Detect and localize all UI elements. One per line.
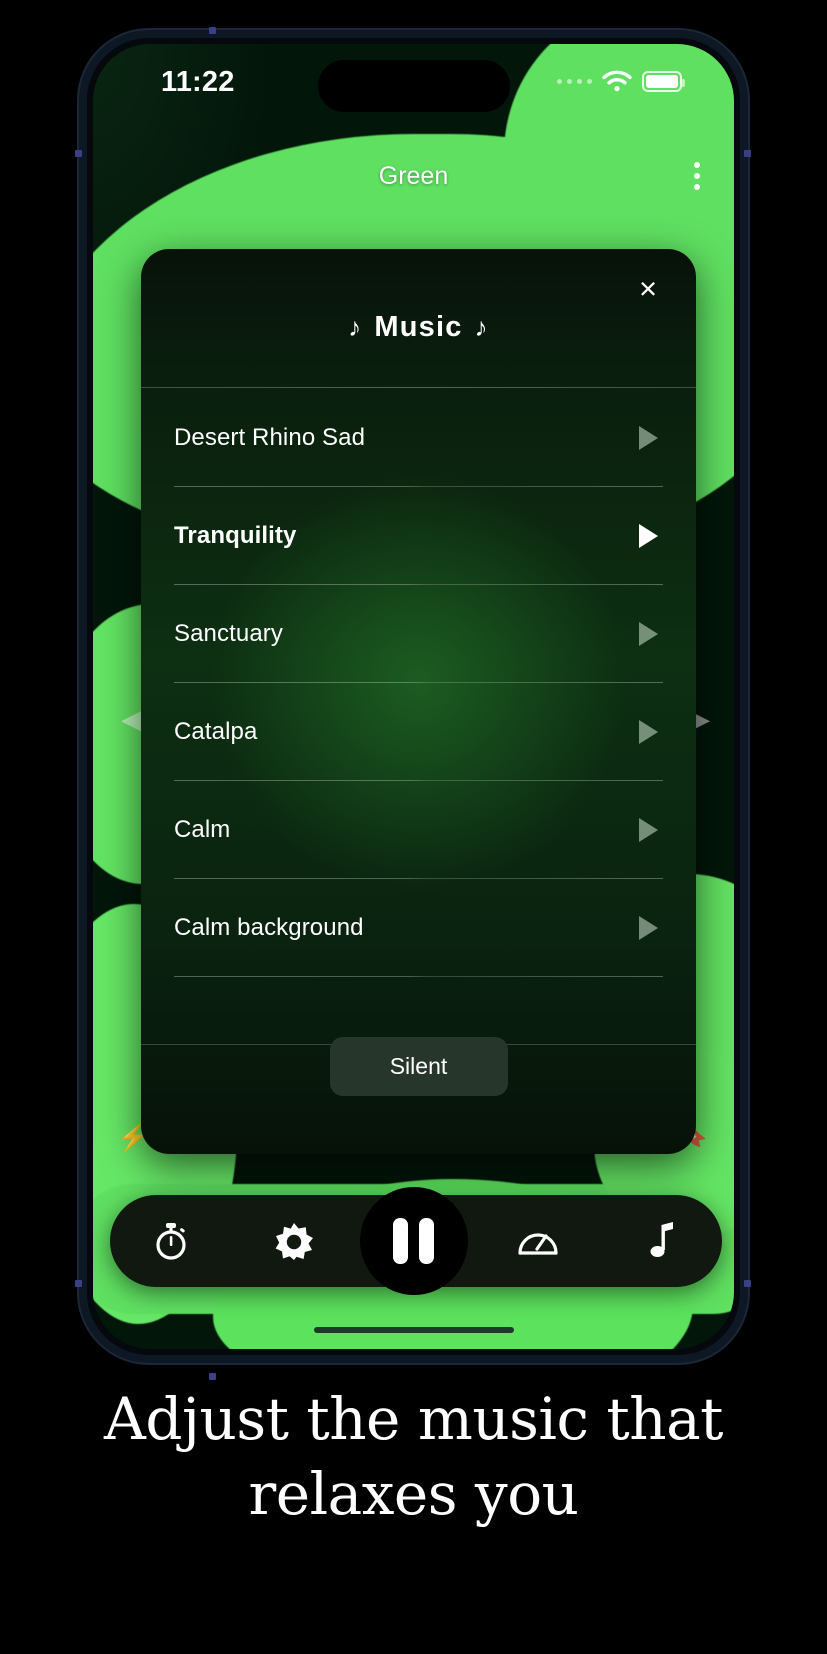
caption: Adjust the music that relaxes you	[0, 1382, 827, 1533]
play-pause-button[interactable]	[359, 1187, 468, 1295]
close-icon[interactable]: ×	[628, 269, 668, 309]
header-divider	[141, 387, 696, 388]
sidebar-item-speed[interactable]	[495, 1198, 581, 1284]
kebab-menu-icon[interactable]	[688, 156, 706, 196]
list-item[interactable]: Sanctuary	[141, 585, 696, 683]
play-icon[interactable]	[639, 916, 658, 940]
list-item[interactable]: Desert Rhino Sad	[141, 389, 696, 487]
phone-screen: 11:22 Green ◀ ▶ ⚡ × ♪ Music ♪ Desert Rhi…	[93, 44, 734, 1349]
caption-line-1: Adjust the music that	[104, 1385, 723, 1453]
track-name: Sanctuary	[174, 620, 283, 647]
frame-marker-dot	[744, 150, 751, 157]
screenshot-root: 11:22 Green ◀ ▶ ⚡ × ♪ Music ♪ Desert Rhi…	[0, 0, 827, 1654]
music-note-icon-left: ♪	[348, 312, 363, 342]
silent-button-row: Silent	[141, 1037, 696, 1096]
track-name: Catalpa	[174, 718, 258, 745]
list-item[interactable]: Catalpa	[141, 683, 696, 781]
play-icon[interactable]	[639, 524, 658, 548]
track-name: Desert Rhino Sad	[174, 424, 366, 451]
status-bar: 11:22	[93, 44, 734, 122]
pause-icon-bar	[393, 1218, 408, 1264]
frame-marker-dot	[75, 1280, 82, 1287]
chevron-left-icon[interactable]: ◀	[121, 704, 141, 735]
status-bar-indicators	[557, 70, 685, 92]
music-note-icon-right: ♪	[474, 312, 489, 342]
sidebar-item-brightness[interactable]	[251, 1198, 337, 1284]
home-indicator	[313, 1327, 514, 1333]
list-item[interactable]: Calm background	[141, 879, 696, 977]
list-item[interactable]: Calm	[141, 781, 696, 879]
sidebar-item-timer[interactable]	[128, 1198, 214, 1284]
modal-title: ♪ Music ♪	[141, 311, 696, 344]
dynamic-island	[317, 60, 510, 112]
track-name: Calm	[174, 816, 231, 843]
divider	[174, 976, 663, 977]
play-icon[interactable]	[639, 818, 658, 842]
play-icon[interactable]	[639, 426, 658, 450]
silent-button[interactable]: Silent	[329, 1037, 508, 1096]
phone-frame: 11:22 Green ◀ ▶ ⚡ × ♪ Music ♪ Desert Rhi…	[79, 30, 748, 1363]
play-icon[interactable]	[639, 720, 658, 744]
phone-bezel: 11:22 Green ◀ ▶ ⚡ × ♪ Music ♪ Desert Rhi…	[87, 38, 740, 1355]
music-note-icon	[646, 1222, 676, 1260]
track-list: Desert Rhino Sad Tranquility Sanctuary C…	[141, 389, 696, 977]
signal-dots-icon	[557, 78, 592, 84]
wifi-icon	[602, 70, 632, 92]
frame-marker-dot	[744, 1280, 751, 1287]
sidebar-item-music[interactable]	[618, 1198, 704, 1284]
caption-line-2: relaxes you	[248, 1460, 579, 1529]
page-title: Green	[378, 162, 449, 190]
status-bar-time: 11:22	[161, 66, 235, 98]
track-name: Tranquility	[174, 522, 297, 549]
speedometer-icon	[517, 1224, 559, 1258]
modal-title-text: Music	[374, 311, 463, 343]
stopwatch-icon	[152, 1221, 190, 1261]
track-name: Calm background	[174, 914, 364, 941]
play-icon[interactable]	[639, 622, 658, 646]
modal-header: × ♪ Music ♪	[141, 249, 696, 389]
frame-marker-dot	[75, 150, 82, 157]
battery-icon	[642, 70, 685, 92]
frame-marker-dot	[209, 1373, 216, 1380]
frame-marker-dot	[209, 27, 216, 34]
brightness-sun-icon	[274, 1221, 314, 1261]
list-item[interactable]: Tranquility	[141, 487, 696, 585]
pause-icon-bar	[419, 1218, 434, 1264]
music-modal: × ♪ Music ♪ Desert Rhino Sad Tranquility…	[141, 249, 696, 1154]
